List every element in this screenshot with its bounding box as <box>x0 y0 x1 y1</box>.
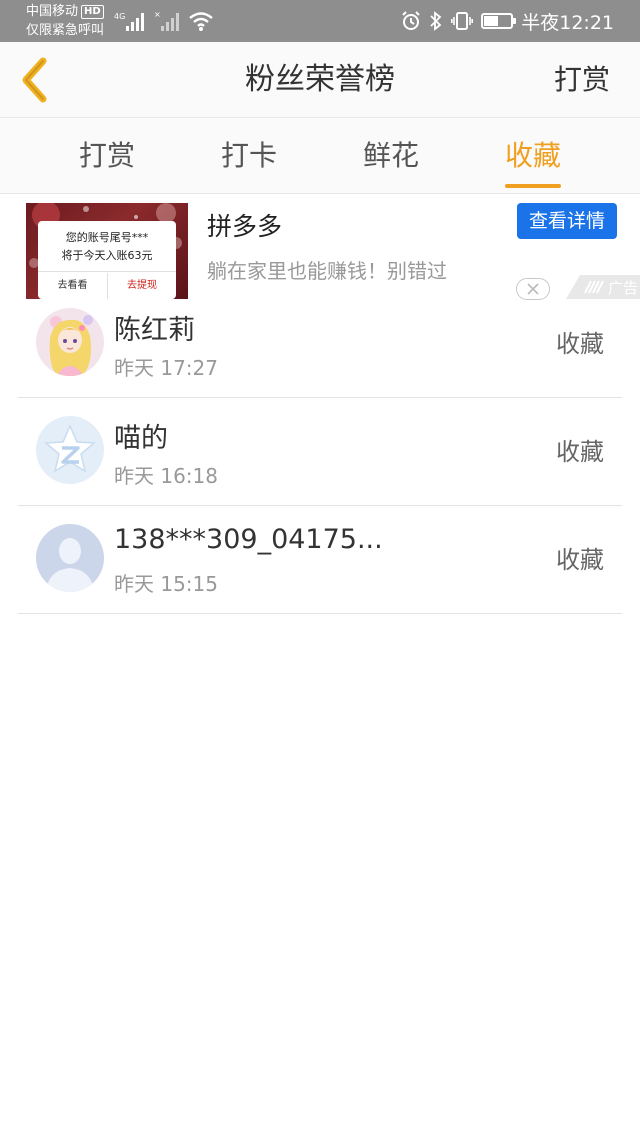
clock: 半夜12:21 <box>521 11 614 34</box>
default-person-avatar[interactable] <box>36 524 104 592</box>
item-action-label: 收藏 <box>556 330 604 358</box>
network-type-label: 4G <box>114 12 125 21</box>
signal-4g-icon: 4G <box>114 12 144 31</box>
status-bar: 中国移动 HD 仅限紧急呼叫 4G × 半夜12:21 <box>0 0 640 42</box>
bluetooth-icon <box>430 11 442 31</box>
item-name: 138***309_04175... <box>114 524 383 555</box>
default-person-avatar-image <box>36 524 104 592</box>
tab-bar: 打赏 打卡 鲜花 收藏 <box>0 119 640 194</box>
vibrate-icon <box>451 12 474 30</box>
item-action-label: 收藏 <box>556 438 604 466</box>
wifi-icon <box>189 12 213 31</box>
hd-badge: HD <box>81 4 104 19</box>
ad-detail-button[interactable]: 查看详情 <box>517 203 617 239</box>
anime-girl-avatar[interactable] <box>36 308 104 376</box>
ad-title[interactable]: 拼多多 <box>207 207 282 243</box>
status-right: 半夜12:21 <box>401 0 614 42</box>
item-time: 昨天 17:27 <box>114 356 218 380</box>
item-time: 昨天 15:15 <box>114 572 218 596</box>
qzone-star-avatar[interactable] <box>36 416 104 484</box>
carrier-info: 中国移动 HD <box>26 3 104 20</box>
item-name: 陈红莉 <box>114 315 195 346</box>
item-name: 喵的 <box>114 423 168 454</box>
qzone-star-avatar-image <box>36 416 104 484</box>
ad-description: 躺在家里也能赚钱！别错过 <box>207 259 447 283</box>
favorites-list: 陈红莉 昨天 17:27 收藏 喵的 昨天 16:18 收藏 138***309… <box>18 290 622 614</box>
ad-image-line2: 将于今天入账63元 <box>61 249 153 262</box>
tab-favorites[interactable]: 收藏 <box>462 119 604 194</box>
signal-indicators: 4G × <box>114 8 214 32</box>
reward-button[interactable]: 打赏 <box>554 42 610 118</box>
tab-reward[interactable]: 打赏 <box>36 119 178 194</box>
anime-girl-avatar-image <box>36 308 104 376</box>
battery-icon <box>481 13 517 29</box>
page-title: 粉丝荣誉榜 <box>245 62 395 97</box>
list-item[interactable]: 陈红莉 昨天 17:27 收藏 <box>18 290 622 398</box>
alarm-icon <box>402 11 420 30</box>
battery-level <box>484 16 499 26</box>
item-action-label: 收藏 <box>556 546 604 574</box>
list-item[interactable]: 138***309_04175... 昨天 15:15 收藏 <box>18 506 622 614</box>
ad-image-line1: 您的账号尾号*** <box>65 231 149 244</box>
signal-no-service-icon: × <box>154 10 179 31</box>
list-item[interactable]: 喵的 昨天 16:18 收藏 <box>18 398 622 506</box>
ad-image-card: 您的账号尾号*** 将于今天入账63元 去看看 去提现 <box>38 221 176 299</box>
header: 粉丝荣誉榜 打赏 <box>0 42 640 118</box>
item-time: 昨天 16:18 <box>114 464 218 488</box>
emergency-call-text: 仅限紧急呼叫 <box>26 23 105 38</box>
ad-image[interactable]: 您的账号尾号*** 将于今天入账63元 去看看 去提现 <box>26 203 188 299</box>
tab-flowers[interactable]: 鲜花 <box>320 119 462 194</box>
svg-text:×: × <box>154 10 161 19</box>
tab-checkin[interactable]: 打卡 <box>178 119 320 194</box>
carrier-name: 中国移动 <box>26 4 79 19</box>
ad-image-divider <box>38 271 176 272</box>
